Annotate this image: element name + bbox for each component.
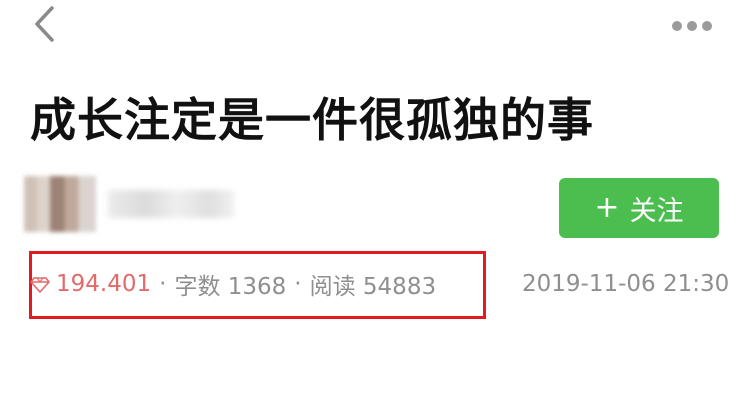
author-avatar[interactable] [24,176,96,232]
plus-icon: + [594,190,620,225]
more-dots-icon [672,21,712,31]
back-button[interactable] [28,4,62,44]
author-name[interactable] [108,190,234,218]
separator: · [294,271,302,297]
article-stats: 194.401 · 字数 1368 · 阅读 54883 [30,266,436,302]
follow-label: 关注 [629,195,684,227]
chevron-left-icon [35,6,54,42]
separator: · [159,271,167,297]
read-count: 阅读 54883 [309,274,437,300]
gem-value: 194.401 [56,271,152,297]
follow-button[interactable]: + 关注 [559,178,719,238]
word-count: 字数 1368 [174,274,287,300]
publish-date: 2019-11-06 21:30 [522,271,730,297]
more-options-button[interactable] [664,14,720,38]
diamond-icon [30,277,50,293]
article-title: 成长注定是一件很孤独的事 [30,93,594,147]
